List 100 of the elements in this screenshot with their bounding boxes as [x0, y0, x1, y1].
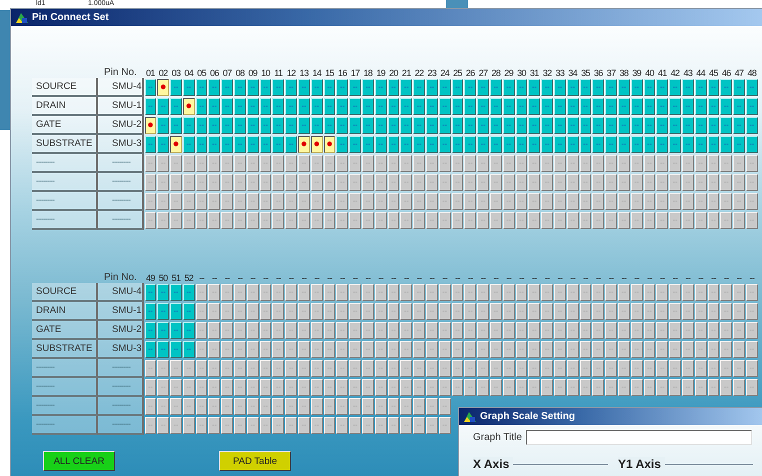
pin-number: 47	[734, 68, 744, 78]
terminal-label[interactable]: SOURCE	[32, 78, 98, 97]
pin-number: --	[684, 273, 692, 283]
field-label: Graph Title	[473, 432, 522, 443]
terminal-label[interactable]: DRAIN	[32, 302, 98, 321]
terminal-label[interactable]: SUBSTRATE	[32, 340, 98, 359]
pin-number: --	[352, 273, 359, 283]
pin-number: 28	[490, 68, 502, 78]
terminal-label[interactable]: DRAIN	[32, 97, 98, 116]
pin-number: 37	[606, 68, 617, 78]
unit-label[interactable]: SMU-3	[98, 340, 144, 359]
pin-number: --	[288, 273, 295, 283]
pin-number: --	[556, 273, 564, 283]
pin-number: --	[569, 273, 576, 283]
unit-label[interactable]: SMU-2	[98, 116, 144, 135]
pin-number: --	[236, 273, 244, 283]
pin-number: --	[633, 273, 640, 283]
pin-number: 14	[311, 68, 322, 78]
pin-number: --	[736, 273, 743, 283]
pin-cell[interactable]: ●	[170, 136, 182, 153]
pin-number: --	[249, 273, 256, 283]
pin-number: 24	[439, 68, 450, 78]
unit-label[interactable]: SMU-1	[98, 97, 144, 116]
pin-number: 31	[528, 68, 540, 78]
pin-number: 49	[144, 273, 156, 283]
pin-number: 15	[324, 68, 336, 78]
pin-number: --	[492, 273, 500, 283]
pin-number: --	[518, 273, 526, 283]
unit-label[interactable]: SMU-3	[98, 135, 144, 154]
pin-number: 09	[247, 68, 258, 78]
pin-number: --	[441, 273, 448, 283]
pin-number: 45	[708, 68, 720, 78]
pin-number: --	[466, 273, 474, 283]
pin-number: 35	[580, 68, 592, 78]
pin-number: 13	[298, 68, 310, 78]
pin-number: 39	[631, 68, 642, 78]
pin-number: 11	[273, 68, 284, 78]
pin-number: --	[326, 273, 334, 283]
pin-number: --	[402, 273, 410, 283]
pin-number: --	[428, 273, 436, 283]
unit-label[interactable]: SMU-4	[98, 283, 144, 302]
pin-number: 44	[695, 68, 706, 78]
unit-label[interactable]: SMU-1	[98, 302, 144, 321]
pin-number: --	[544, 273, 551, 283]
pin-number: 07	[222, 68, 233, 78]
pin-number: 17	[350, 68, 361, 78]
pin-cell[interactable]: ●	[310, 136, 323, 153]
pin-number: --	[672, 273, 679, 283]
pin-number: --	[594, 273, 602, 283]
unit-label[interactable]: SMU-2	[98, 321, 144, 340]
pin-number: 20	[388, 68, 400, 78]
pin-number: --	[416, 273, 423, 283]
pin-number: --	[530, 273, 538, 283]
pin-number: 43	[682, 68, 694, 78]
pin-cell[interactable]: ●	[144, 117, 156, 134]
pin-number: 16	[336, 68, 348, 78]
pin-number: --	[646, 273, 654, 283]
pin-number: --	[274, 273, 282, 283]
pin-number: --	[224, 273, 231, 283]
pin-number: 32	[542, 68, 553, 78]
input-field[interactable]	[526, 430, 752, 445]
pin-cell[interactable]: ●	[157, 79, 170, 96]
pin-number: --	[338, 273, 346, 283]
pin-number: --	[582, 273, 590, 283]
pin-number: 52	[183, 273, 194, 283]
pin-number: 04	[183, 68, 194, 78]
window-title: Graph Scale Setting	[480, 411, 576, 422]
pin-number: --	[210, 273, 218, 283]
terminal-label[interactable]: SUBSTRATE	[32, 135, 98, 154]
pin-number: 26	[464, 68, 476, 78]
pin-number: 41	[656, 68, 668, 78]
pin-number: 18	[362, 68, 374, 78]
pin-number: 02	[158, 68, 169, 78]
column-header: Pin No.	[103, 67, 138, 78]
pin-number: 19	[375, 68, 386, 78]
pin-number: --	[505, 273, 512, 283]
pin-number: 46	[720, 68, 732, 78]
pin-number: 48	[746, 68, 758, 78]
group-label: Y1 Axis	[618, 457, 665, 471]
app-icon	[15, 12, 29, 24]
pin-number: --	[748, 273, 756, 283]
pin-number: 34	[567, 68, 578, 78]
pin-number: 06	[208, 68, 220, 78]
terminal-label[interactable]: SOURCE	[32, 283, 98, 302]
action-button[interactable]: ALL CLEAR	[43, 451, 115, 471]
pin-number: 25	[452, 68, 464, 78]
action-button[interactable]: PAD Table	[219, 451, 291, 471]
pin-number: 10	[260, 68, 272, 78]
pin-cell[interactable]: ●	[324, 136, 336, 153]
pin-cell[interactable]: ●	[182, 98, 195, 115]
pin-number: 27	[478, 68, 489, 78]
pin-number: 23	[426, 68, 438, 78]
pin-number: --	[390, 273, 398, 283]
terminal-label[interactable]: GATE	[32, 321, 98, 340]
pin-cell[interactable]: ●	[298, 136, 310, 153]
column-header: Pin No.	[103, 272, 138, 283]
unit-label[interactable]: SMU-4	[98, 78, 144, 97]
terminal-label[interactable]: GATE	[32, 116, 98, 135]
pin-number: --	[262, 273, 270, 283]
pin-number: --	[620, 273, 628, 283]
